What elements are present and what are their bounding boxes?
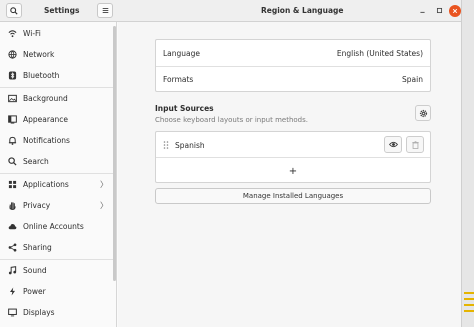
bell-icon (8, 136, 17, 145)
sidebar-item-background[interactable]: Background (0, 88, 116, 109)
sidebar: Wi-Fi Network Bluetooth Background Appea… (0, 22, 117, 327)
power-icon (8, 287, 17, 296)
region-language-panel: Language English (United States) Formats… (118, 22, 461, 327)
input-source-options-button[interactable] (415, 105, 431, 121)
sidebar-item-wifi[interactable]: Wi-Fi (0, 23, 116, 44)
region-card: Language English (United States) Formats… (155, 39, 431, 92)
gear-icon (419, 109, 427, 117)
page-title: Region & Language (261, 6, 344, 15)
wifi-icon (8, 29, 17, 38)
background-icon (8, 94, 17, 103)
sidebar-item-label: Displays (23, 308, 55, 317)
sidebar-item-sound[interactable]: Sound (0, 260, 116, 281)
sidebar-item-label: Appearance (23, 115, 69, 124)
search-icon (8, 157, 17, 166)
settings-window: Settings Region & Language Wi-Fi Network… (0, 0, 462, 327)
language-label: Language (163, 48, 201, 58)
network-icon (8, 50, 17, 59)
chevron-right-icon: 〉 (100, 180, 108, 189)
language-value: English (United States) (336, 48, 423, 58)
input-sources-subtitle: Choose keyboard layouts or input methods… (155, 116, 308, 124)
display-icon (8, 308, 17, 317)
manage-installed-languages-button[interactable]: Manage Installed Languages (155, 188, 431, 204)
minimize-icon (419, 11, 425, 13)
sidebar-item-label: Bluetooth (23, 71, 60, 80)
view-layout-button[interactable] (384, 136, 402, 153)
sidebar-item-displays[interactable]: Displays (0, 302, 116, 323)
close-button[interactable] (449, 5, 461, 17)
trash-icon (411, 140, 419, 149)
search-button[interactable] (6, 3, 22, 18)
privacy-hand-icon (8, 201, 17, 210)
header-bar: Settings Region & Language (0, 0, 461, 22)
sidebar-item-label: Sound (23, 266, 47, 275)
sidebar-item-label: Online Accounts (23, 222, 84, 231)
formats-label: Formats (163, 74, 194, 84)
close-icon (452, 8, 458, 14)
language-row[interactable]: Language English (United States) (156, 40, 430, 66)
formats-value: Spain (402, 74, 423, 84)
sidebar-item-appearance[interactable]: Appearance (0, 109, 116, 130)
sidebar-item-privacy[interactable]: Privacy 〉 (0, 195, 116, 216)
sidebar-item-notifications[interactable]: Notifications (0, 130, 116, 151)
appearance-icon (8, 115, 17, 124)
input-sources-title: Input Sources (155, 104, 214, 113)
sidebar-item-search[interactable]: Search (0, 151, 116, 172)
search-icon (10, 6, 18, 15)
sidebar-item-applications[interactable]: Applications 〉 (0, 174, 116, 195)
sidebar-title: Settings (44, 6, 80, 15)
sidebar-item-label: Search (23, 157, 49, 166)
sidebar-item-label: Sharing (23, 243, 52, 252)
cloud-icon (8, 222, 17, 231)
sidebar-item-label: Power (23, 287, 46, 296)
sidebar-item-online-accounts[interactable]: Online Accounts (0, 216, 116, 237)
formats-row[interactable]: Formats Spain (156, 66, 430, 92)
chevron-right-icon: 〉 (100, 201, 108, 210)
bluetooth-icon (8, 71, 17, 80)
input-sources-list: Spanish + (155, 131, 431, 183)
maximize-button[interactable] (432, 3, 446, 18)
plus-icon: + (288, 165, 298, 177)
input-source-name: Spanish (175, 140, 205, 150)
sidebar-item-bluetooth[interactable]: Bluetooth (0, 65, 116, 86)
drag-handle-icon[interactable] (163, 141, 169, 149)
share-icon (8, 243, 17, 252)
sidebar-item-label: Network (23, 50, 55, 59)
sidebar-item-label: Wi-Fi (23, 29, 41, 38)
menu-button[interactable] (97, 3, 113, 18)
sidebar-item-network[interactable]: Network (0, 44, 116, 65)
sidebar-item-label: Notifications (23, 136, 70, 145)
applications-icon (8, 180, 17, 189)
desktop-background (462, 0, 474, 327)
maximize-icon (436, 7, 442, 14)
sidebar-item-label: Applications (23, 180, 69, 189)
hamburger-menu-icon (102, 8, 108, 13)
sidebar-item-power[interactable]: Power (0, 281, 116, 302)
minimize-button[interactable] (415, 3, 429, 18)
add-input-source-button[interactable]: + (156, 158, 430, 184)
sidebar-item-sharing[interactable]: Sharing (0, 237, 116, 258)
sidebar-item-label: Privacy (23, 201, 51, 210)
sidebar-scrollbar[interactable] (113, 26, 116, 281)
music-note-icon (8, 266, 17, 275)
remove-source-button[interactable] (406, 136, 424, 153)
sidebar-item-label: Background (23, 94, 68, 103)
eye-icon (388, 141, 398, 148)
